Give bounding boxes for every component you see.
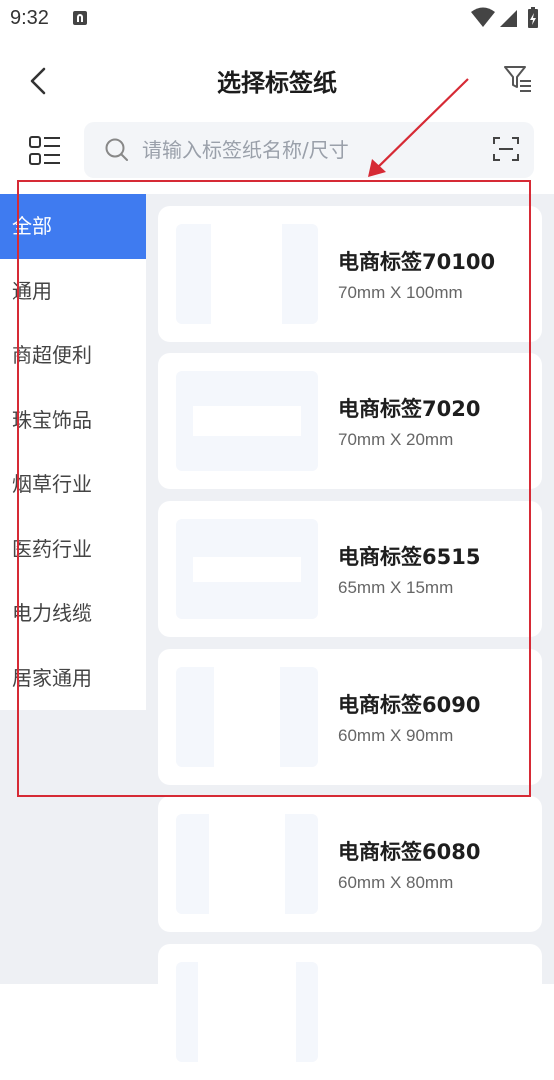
sidebar-item-general[interactable]: 通用 <box>0 259 146 324</box>
sidebar-item-all[interactable]: 全部 <box>0 194 146 259</box>
category-menu-button[interactable] <box>26 132 64 170</box>
label-size: 60mm X 80mm <box>338 873 454 892</box>
sidebar-item-label: 电力线缆 <box>12 601 92 625</box>
sidebar-item-retail[interactable]: 商超便利 <box>0 323 146 388</box>
label-thumbnail <box>176 962 318 1062</box>
label-card[interactable]: 电商标签6515 65mm X 15mm <box>158 501 542 637</box>
nav-bar: 选择标签纸 <box>0 45 554 117</box>
label-size: 65mm X 15mm <box>338 578 454 597</box>
sidebar-item-label: 通用 <box>12 278 52 303</box>
search-icon <box>105 138 128 161</box>
wifi-icon <box>471 7 495 27</box>
label-size: 70mm X 20mm <box>338 430 454 449</box>
sidebar-item-cable[interactable]: 电力线缆 <box>0 581 146 646</box>
sidebar-item-tobacco[interactable]: 烟草行业 <box>0 452 146 517</box>
sidebar-item-pharma[interactable]: 医药行业 <box>0 517 146 582</box>
label-thumbnail <box>176 667 318 767</box>
notification-app-icon <box>73 11 87 25</box>
status-time: 9:32 <box>10 7 49 29</box>
sidebar-item-label: 珠宝饰品 <box>12 407 92 432</box>
label-size: 60mm X 90mm <box>338 726 454 745</box>
label-name: 电商标签70100 <box>338 250 496 274</box>
sidebar-item-label: 医药行业 <box>12 536 92 561</box>
list-grid-icon <box>29 136 60 165</box>
label-name: 电商标签6090 <box>338 693 481 717</box>
label-thumbnail <box>176 371 318 471</box>
label-thumbnail <box>176 519 318 619</box>
scan-icon <box>493 137 519 161</box>
search-box <box>84 122 534 178</box>
page-title: 选择标签纸 <box>217 69 337 97</box>
label-size: 70mm X 100mm <box>338 283 463 302</box>
status-bar: 9:32 <box>0 0 554 38</box>
sidebar-item-label: 居家通用 <box>12 665 92 690</box>
scan-button[interactable] <box>492 135 520 163</box>
filter-icon <box>504 66 531 92</box>
label-card[interactable]: 电商标签70100 70mm X 100mm <box>158 206 542 342</box>
label-name: 电商标签7020 <box>338 397 481 421</box>
label-card[interactable]: 电商标签6090 60mm X 90mm <box>158 649 542 785</box>
label-name: 电商标签6080 <box>338 840 481 864</box>
label-card[interactable]: 电商标签6080 60mm X 80mm <box>158 796 542 932</box>
status-icons <box>470 6 544 32</box>
search-input[interactable] <box>142 122 472 178</box>
sidebar-item-home[interactable]: 居家通用 <box>0 646 146 711</box>
label-card[interactable] <box>158 944 542 1080</box>
battery-icon <box>528 7 538 28</box>
label-name: 电商标签6515 <box>338 545 481 569</box>
signal-icon <box>500 10 517 27</box>
filter-button[interactable] <box>502 63 534 95</box>
label-card[interactable]: 电商标签7020 70mm X 20mm <box>158 353 542 489</box>
label-thumbnail <box>176 814 318 914</box>
sidebar-item-label: 全部 <box>12 214 52 238</box>
label-thumbnail <box>176 224 318 324</box>
sidebar-item-jewelry[interactable]: 珠宝饰品 <box>0 388 146 453</box>
category-sidebar: 全部 通用 商超便利 珠宝饰品 烟草行业 医药行业 电力线缆 居家通用 <box>0 194 146 710</box>
sidebar-item-label: 烟草行业 <box>12 472 92 496</box>
search-row <box>0 122 554 180</box>
sidebar-item-label: 商超便利 <box>12 343 92 367</box>
